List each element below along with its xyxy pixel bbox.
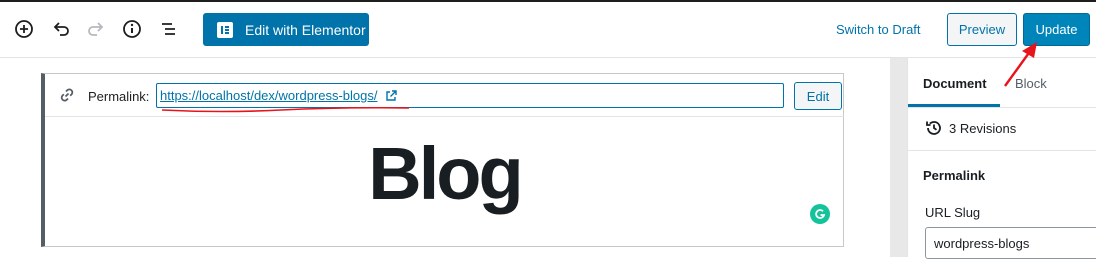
link-icon [60, 88, 74, 102]
annotation-underline [161, 106, 410, 113]
post-title-block[interactable]: Permalink: https://localhost/dex/wordpre… [41, 73, 844, 247]
info-icon[interactable] [120, 17, 144, 41]
permalink-edit-button[interactable]: Edit [794, 82, 842, 110]
editor-scrollbar[interactable] [890, 58, 907, 257]
permalink-label: Permalink: [88, 89, 150, 104]
grammarly-icon[interactable] [810, 204, 830, 224]
window-edge [0, 0, 1096, 2]
editor-header: Edit with Elementor Switch to Draft Prev… [0, 0, 1096, 58]
switch-to-draft-link[interactable]: Switch to Draft [836, 22, 921, 37]
permalink-bar: Permalink: https://localhost/dex/wordpre… [45, 74, 844, 117]
elementor-logo-icon [217, 21, 233, 38]
permalink-url-text: https://localhost/dex/wordpress-blogs/ [160, 88, 378, 103]
undo-icon[interactable] [49, 17, 73, 41]
tabs-divider [908, 107, 1096, 108]
revisions-link[interactable]: 3 Revisions [925, 119, 1016, 137]
external-link-icon [386, 90, 397, 101]
annotation-arrow [1004, 42, 1037, 87]
revisions-label: 3 Revisions [949, 120, 1017, 136]
tab-document[interactable]: Document [923, 76, 987, 91]
section-divider [908, 150, 1096, 151]
post-title[interactable]: Blog [45, 134, 844, 214]
url-slug-label: URL Slug [925, 205, 981, 220]
edit-with-elementor-button[interactable]: Edit with Elementor [203, 13, 369, 46]
redo-icon[interactable] [84, 17, 108, 41]
revisions-icon [926, 121, 941, 135]
permalink-panel-toggle[interactable]: Permalink [923, 168, 985, 183]
list-view-icon[interactable] [157, 17, 181, 41]
url-slug-input[interactable]: wordpress-blogs [925, 227, 1096, 259]
edit-with-elementor-label: Edit with Elementor [245, 21, 366, 38]
add-block-icon[interactable] [12, 17, 36, 41]
